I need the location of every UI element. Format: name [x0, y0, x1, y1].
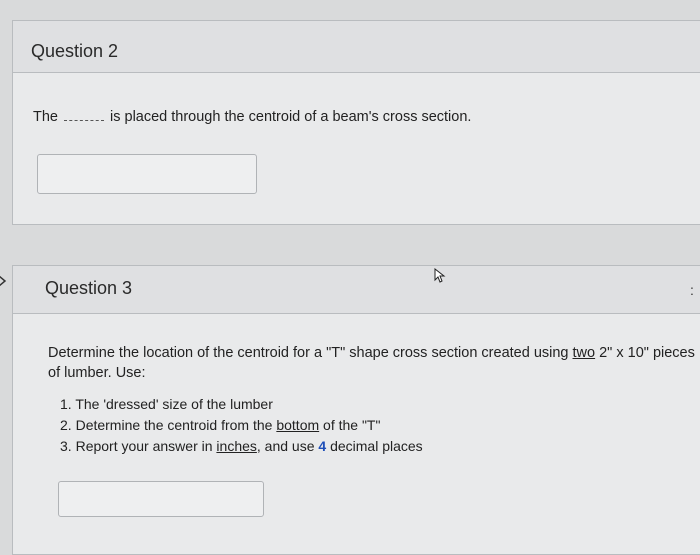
- question-3-answer-input[interactable]: [58, 481, 264, 517]
- question-3-card: Question 3 Determine the location of the…: [12, 265, 700, 555]
- prompt-text-before: The: [33, 109, 58, 125]
- question-2-card: Question 2 The is placed through the cent…: [12, 20, 700, 225]
- question-3-title: Question 3: [45, 278, 133, 298]
- list-item: 2. Determine the centroid from the botto…: [60, 415, 423, 436]
- instruction-list: 1. The 'dressed' size of the lumber 2. D…: [60, 394, 423, 457]
- list-item-text: Report your answer in: [71, 438, 217, 454]
- list-item-underlined: bottom: [276, 417, 320, 433]
- list-item: 3. Report your answer in inches, and use…: [60, 436, 423, 457]
- list-item-text: The 'dressed' size of the lumber: [71, 396, 273, 412]
- side-marker: :: [690, 282, 694, 298]
- list-item-text: Determine the centroid from the: [71, 417, 277, 433]
- list-item-text-after: of the "T": [319, 417, 381, 433]
- list-item-number: 2.: [60, 417, 72, 433]
- intro-underlined: two: [572, 345, 596, 361]
- list-item-text-end: decimal places: [326, 438, 423, 454]
- mouse-pointer-icon: [433, 267, 447, 284]
- list-item-underlined: inches: [216, 438, 257, 454]
- chevron-right-icon[interactable]: [0, 275, 8, 287]
- intro-part-1: Determine the location of the centroid f…: [48, 345, 573, 361]
- list-item-number: 1.: [60, 396, 72, 412]
- question-2-answer-input[interactable]: [37, 154, 257, 194]
- list-item-number: 3.: [60, 438, 72, 454]
- question-2-prompt: The is placed through the centroid of a b…: [33, 107, 471, 127]
- fill-in-blank: [64, 114, 104, 121]
- question-3-header: Question 3: [13, 266, 700, 314]
- list-item-text-after: , and use: [256, 438, 319, 454]
- prompt-text-after: is placed through the centroid of a beam…: [110, 109, 472, 125]
- question-3-intro: Determine the location of the centroid f…: [48, 343, 698, 383]
- question-2-title: Question 2: [31, 41, 119, 61]
- question-2-header: Question 2: [13, 21, 700, 73]
- list-item: 1. The 'dressed' size of the lumber: [60, 394, 423, 415]
